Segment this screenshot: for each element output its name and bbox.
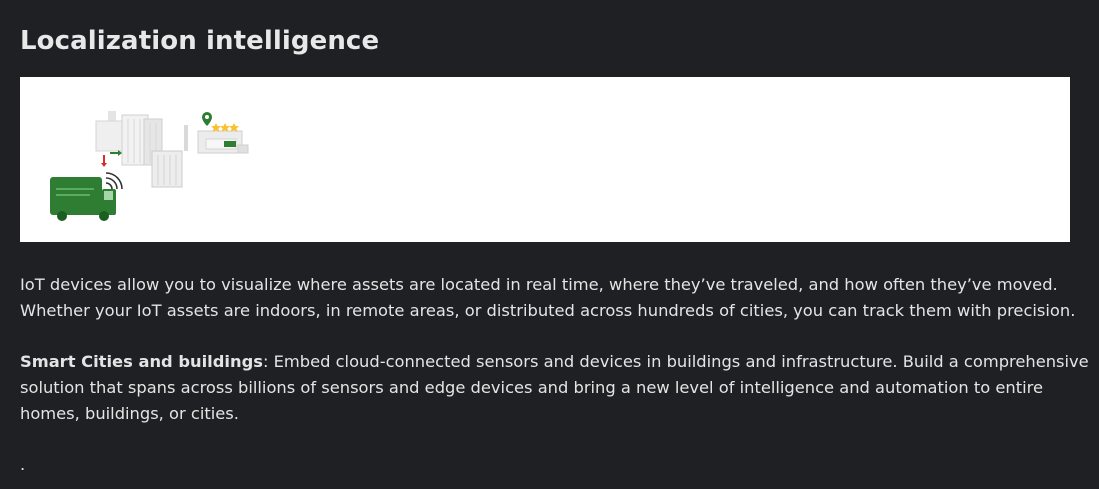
- location-pin-icon: [202, 112, 212, 126]
- wireless-signal-icon: [105, 172, 123, 190]
- smart-cities-heading: Smart Cities and buildings: [20, 352, 263, 371]
- page-title: Localization intelligence: [20, 26, 380, 56]
- intro-paragraph: IoT devices allow you to visualize where…: [20, 275, 1076, 320]
- hero-illustration: [20, 77, 1070, 242]
- building-icon: [95, 111, 188, 188]
- arrow-icon: [101, 155, 107, 167]
- trailing-paragraph: .: [20, 455, 26, 474]
- smart-cities-paragraph: Smart Cities and buildings: Embed cloud-…: [20, 349, 1090, 427]
- iot-localization-illustration: [50, 111, 249, 221]
- building-icon: [197, 130, 249, 154]
